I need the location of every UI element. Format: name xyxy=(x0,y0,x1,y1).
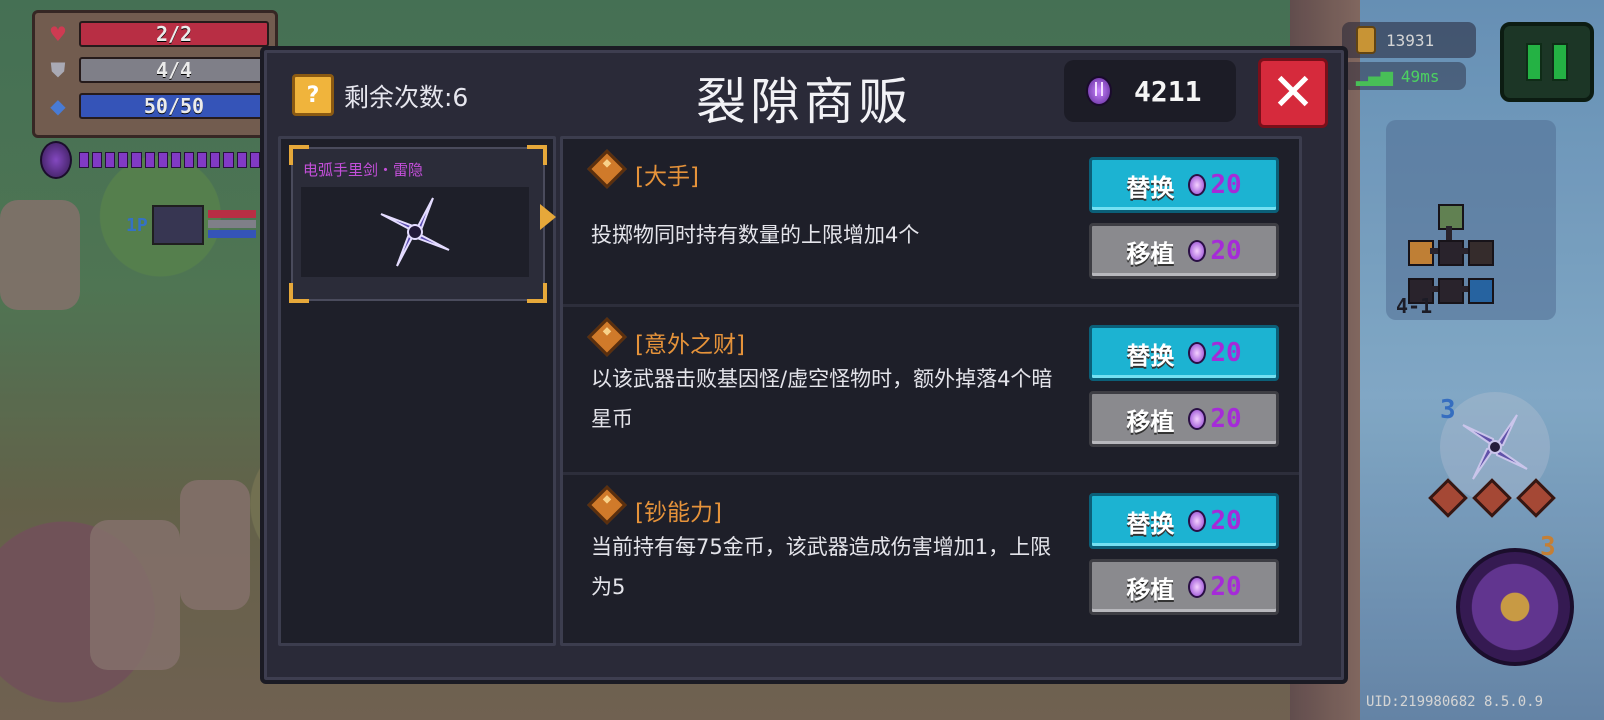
close-button[interactable]: ✕ xyxy=(1258,58,1328,128)
gem-icon xyxy=(1188,510,1207,532)
trait-name: [大手] xyxy=(635,164,699,190)
trait-description: 投掷物同时持有数量的上限增加4个 xyxy=(591,223,920,247)
trait-row: [意外之财] 以该武器击败基因怪/虚空怪物时，额外掉落4个暗星币 替换 20 移… xyxy=(563,307,1299,475)
trait-name: [意外之财] xyxy=(635,332,745,358)
gem-icon xyxy=(1188,342,1207,364)
trait-description: 以该武器击败基因怪/虚空怪物时，额外掉落4个暗星币 xyxy=(591,367,1053,431)
rune-icon xyxy=(587,317,627,357)
trait-name: [钞能力] xyxy=(635,500,722,526)
trait-description: 当前持有每75金币，该武器造成伤害增加1，上限为5 xyxy=(591,535,1052,599)
replace-button[interactable]: 替换 20 xyxy=(1089,325,1279,381)
transplant-button[interactable]: 移植 20 xyxy=(1089,559,1279,615)
gem-icon xyxy=(1188,174,1207,196)
rift-merchant-dialog: ? 剩余次数:6 裂隙商贩 4211 ✕ 电弧手里剑・雷隐 [大手] 投掷物同时… xyxy=(260,46,1348,684)
transplant-button[interactable]: 移植 20 xyxy=(1089,391,1279,447)
gem-icon xyxy=(1188,408,1207,430)
shuriken-icon xyxy=(380,197,450,267)
dialog-header: ? 剩余次数:6 裂隙商贩 4211 ✕ xyxy=(264,50,1344,136)
trait-row: [钞能力] 当前持有每75金币，该武器造成伤害增加1，上限为5 替换 20 移植… xyxy=(563,475,1299,641)
selected-item-card[interactable]: 电弧手里剑・雷隐 xyxy=(289,145,547,303)
replace-button[interactable]: 替换 20 xyxy=(1089,157,1279,213)
dark-star-coin-icon xyxy=(1086,76,1112,106)
selected-arrow-icon xyxy=(540,204,556,230)
currency-value: 4211 xyxy=(1134,74,1202,108)
traits-panel: [大手] 投掷物同时持有数量的上限增加4个 替换 20 移植 20 [意外之财]… xyxy=(560,136,1302,646)
item-image xyxy=(301,187,529,277)
rune-icon xyxy=(587,149,627,189)
trait-row: [大手] 投掷物同时持有数量的上限增加4个 替换 20 移植 20 xyxy=(563,139,1299,307)
rune-icon xyxy=(587,485,627,525)
item-name: 电弧手里剑・雷隐 xyxy=(303,161,424,179)
item-panel: 电弧手里剑・雷隐 xyxy=(278,136,556,646)
replace-button[interactable]: 替换 20 xyxy=(1089,493,1279,549)
currency-display: 4211 xyxy=(1064,60,1236,122)
close-icon: ✕ xyxy=(1271,63,1315,123)
transplant-button[interactable]: 移植 20 xyxy=(1089,223,1279,279)
gem-icon xyxy=(1188,240,1207,262)
gem-icon xyxy=(1188,576,1207,598)
